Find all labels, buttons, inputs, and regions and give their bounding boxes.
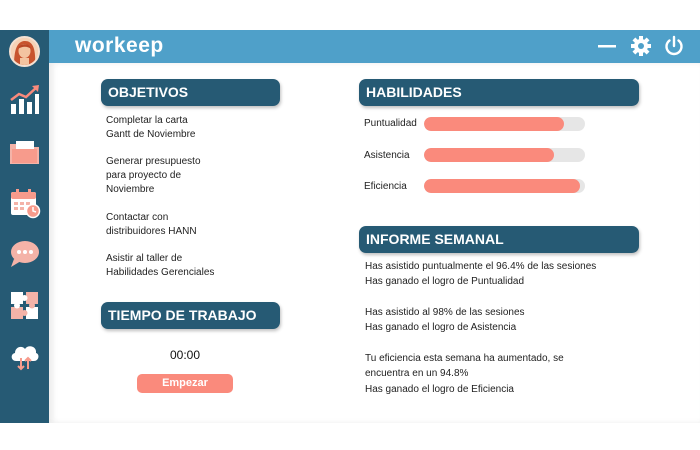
calendar-clock-icon[interactable]: [8, 186, 41, 219]
gear-icon[interactable]: [630, 35, 652, 57]
app-logo: workeep: [75, 34, 164, 57]
avatar-image: [11, 38, 38, 65]
skill-label: Eficiencia: [364, 181, 407, 192]
cloud-icon[interactable]: [8, 339, 41, 372]
informe-header: INFORME SEMANAL: [359, 226, 639, 253]
skill-bar-fill: [424, 148, 555, 162]
timer-display: 00:00: [170, 348, 201, 362]
task-text: Habilidades Gerenciales: [106, 267, 215, 278]
chat-icon[interactable]: [8, 237, 41, 270]
task-text: Contactar con: [106, 212, 169, 223]
task-text: Gantt de Noviembre: [106, 129, 196, 140]
report-line: Has asistido al 98% de las sesiones: [365, 307, 525, 318]
task-text: Completar la carta: [106, 115, 188, 126]
power-icon[interactable]: [663, 35, 685, 57]
habilidades-header: HABILIDADES: [359, 79, 639, 106]
task-text: Generar presupuesto: [106, 156, 201, 167]
skill-label: Asistencia: [364, 150, 410, 161]
top-bar: workeep: [49, 30, 700, 63]
tiempo-header: TIEMPO DE TRABAJO: [101, 302, 280, 329]
task-item[interactable]: Contactar con distribuidores HANN: [106, 211, 256, 239]
report-line: Has asistido puntualmente el 96.4% de la…: [365, 261, 597, 272]
puzzle-icon[interactable]: [8, 288, 41, 321]
skill-bar-fill: [424, 117, 565, 131]
skill-bar-track: [424, 179, 585, 193]
task-item[interactable]: Asistir al taller de Habilidades Gerenci…: [106, 252, 256, 280]
skill-bar-track: [424, 117, 585, 131]
report-line: Tu eficiencia esta semana ha aumentado, …: [365, 353, 564, 364]
folder-icon[interactable]: [8, 135, 41, 168]
sidebar: [0, 30, 49, 423]
skill-label: Puntualidad: [364, 118, 417, 129]
task-text: distribuidores HANN: [106, 226, 197, 237]
avatar[interactable]: [9, 36, 40, 67]
start-button[interactable]: Empezar: [137, 374, 233, 393]
task-text: Noviembre: [106, 184, 155, 195]
report-line: Has ganado el logro de Puntualidad: [365, 276, 525, 287]
objetivos-header: OBJETIVOS: [101, 79, 280, 106]
skill-bar-track: [424, 148, 585, 162]
report-line: Has ganado el logro de Asistencia: [365, 322, 517, 333]
task-item[interactable]: Completar la carta Gantt de Noviembre: [106, 114, 256, 142]
report-line: Has ganado el logro de Eficiencia: [365, 384, 514, 395]
chart-icon[interactable]: [8, 84, 41, 117]
skill-bar-fill: [424, 179, 581, 193]
task-text: para proyecto de: [106, 170, 182, 181]
report-line: encuentra en un 94.8%: [365, 368, 469, 379]
minimize-icon[interactable]: [596, 35, 618, 57]
task-item[interactable]: Generar presupuesto para proyecto de Nov…: [106, 155, 256, 197]
task-text: Asistir al taller de: [106, 253, 183, 264]
